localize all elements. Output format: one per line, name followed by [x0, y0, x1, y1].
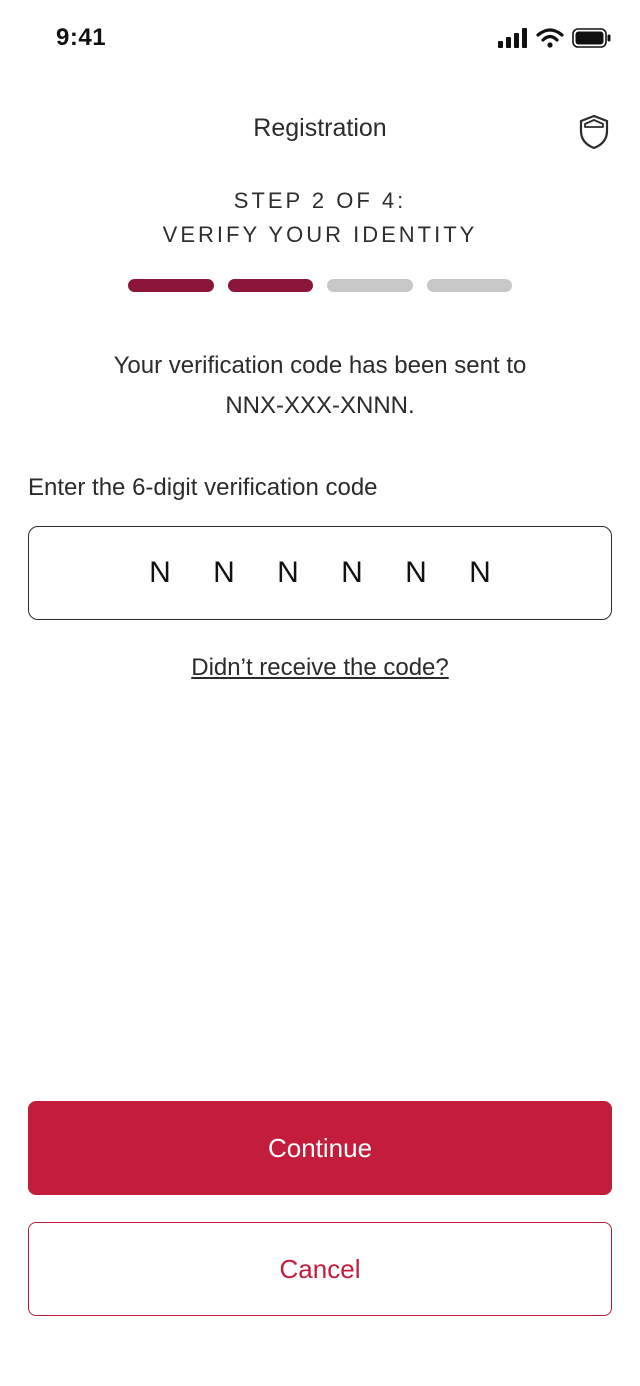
- sent-message: Your verification code has been sent to …: [40, 346, 600, 426]
- status-time: 9:41: [56, 24, 107, 51]
- verification-code-input[interactable]: N N N N N N: [28, 526, 612, 620]
- code-digit-2: N: [213, 556, 235, 589]
- wifi-icon: [536, 28, 564, 48]
- progress-segment-3: [327, 279, 413, 292]
- status-icons: [498, 28, 612, 48]
- continue-button[interactable]: Continue: [28, 1101, 612, 1195]
- step-progress: [128, 279, 512, 295]
- resend-code-link[interactable]: Didn’t receive the code?: [191, 654, 448, 681]
- progress-segment-4: [426, 279, 512, 292]
- code-digit-3: N: [277, 556, 299, 589]
- code-digit-1: N: [149, 556, 171, 589]
- signal-icon: [498, 28, 527, 48]
- code-digit-5: N: [405, 556, 427, 589]
- cancel-button[interactable]: Cancel: [28, 1222, 612, 1316]
- step-title: VERIFY YOUR IDENTITY: [162, 222, 478, 247]
- battery-icon: [572, 28, 611, 48]
- code-digit-4: N: [341, 556, 363, 589]
- step-counter: STEP 2 OF 4:: [233, 188, 407, 213]
- status-bar: 9:41: [0, 0, 640, 80]
- masked-phone-number: NNX-XXX-XNNN.: [225, 392, 415, 419]
- code-label: Enter the 6-digit verification code: [28, 474, 378, 501]
- sent-message-line: Your verification code has been sent to: [113, 352, 527, 379]
- code-digit-6: N: [469, 556, 491, 589]
- progress-segment-2: [227, 279, 313, 292]
- shield-icon[interactable]: [578, 114, 610, 150]
- page-title: Registration: [253, 114, 387, 142]
- progress-segment-1: [128, 279, 214, 292]
- resend-code-row: Didn’t receive the code?: [0, 654, 640, 682]
